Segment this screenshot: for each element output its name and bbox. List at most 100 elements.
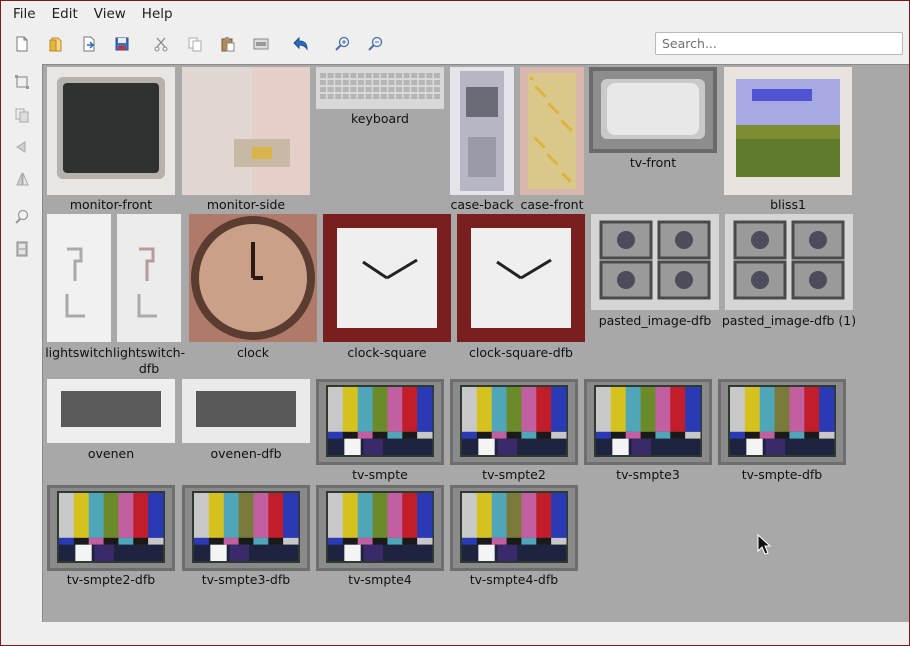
open-button[interactable]: [45, 33, 67, 55]
asset-thumbnail: [589, 67, 717, 153]
asset-tv-smpte3[interactable]: tv-smpte3: [584, 379, 712, 483]
asset-tv-smpte4[interactable]: tv-smpte4: [316, 485, 444, 588]
asset-label: tv-front: [629, 155, 677, 170]
asset-tv-smpte-dfb[interactable]: tv-smpte-dfb: [718, 379, 846, 483]
asset-label: ovenen: [87, 446, 135, 461]
asset-label: tv-smpte4: [348, 572, 412, 587]
asset-thumbnail: [725, 214, 853, 310]
asset-monitor-side[interactable]: monitor-side: [182, 67, 310, 213]
asset-thumbnail: [316, 485, 444, 571]
menu-file[interactable]: File: [5, 4, 44, 24]
asset-label: monitor-side: [206, 197, 286, 212]
zoom-in-button[interactable]: [331, 33, 353, 55]
asset-thumbnail: [47, 67, 175, 195]
import-button[interactable]: [78, 33, 100, 55]
asset-thumbnail: [182, 379, 310, 443]
asset-label: keyboard: [351, 111, 409, 126]
asset-label: tv-smpte2-dfb: [66, 572, 156, 587]
asset-label: pasted_image-dfb (1): [721, 313, 857, 328]
asset-thumbnail: [47, 485, 175, 571]
magnifier-icon: [15, 209, 29, 224]
asset-label: tv-smpte-dfb: [741, 467, 823, 482]
asset-tv-smpte[interactable]: tv-smpte: [316, 379, 444, 483]
asset-label: tv-smpte: [352, 467, 408, 482]
asset-pasted-image-dfb[interactable]: pasted_image-dfb: [591, 214, 719, 329]
asset-clock[interactable]: clock: [189, 214, 317, 361]
new-file-button[interactable]: [11, 33, 33, 55]
asset-thumbnail: [189, 214, 317, 342]
new-file-icon: [16, 36, 28, 52]
layers-button[interactable]: [11, 104, 33, 126]
undo-icon: [293, 36, 308, 51]
asset-pasted-image-dfb-1[interactable]: pasted_image-dfb (1): [722, 214, 856, 329]
select-rect-button[interactable]: [11, 71, 33, 93]
flip-vertical-button[interactable]: [11, 168, 33, 190]
flip-vertical-icon: [16, 172, 29, 186]
asset-clock-square[interactable]: clock-square: [323, 214, 451, 361]
zoom-in-icon: [335, 36, 350, 51]
asset-thumbnail: [450, 67, 514, 195]
menu-edit[interactable]: Edit: [44, 4, 86, 24]
asset-tv-smpte3-dfb[interactable]: tv-smpte3-dfb: [182, 485, 310, 588]
film-icon: [16, 241, 28, 257]
asset-label: case-front: [520, 197, 584, 212]
flip-horizontal-button[interactable]: [11, 136, 33, 158]
paste-button[interactable]: [217, 33, 239, 55]
search-input[interactable]: [655, 32, 903, 55]
asset-thumbnail: [117, 214, 181, 342]
asset-label: tv-smpte4-dfb: [469, 572, 559, 587]
asset-case-back[interactable]: case-back: [450, 67, 514, 213]
open-folder-icon: [49, 37, 62, 52]
menu-view[interactable]: View: [86, 4, 134, 24]
save-button[interactable]: [111, 33, 133, 55]
asset-tv-smpte2[interactable]: tv-smpte2: [450, 379, 578, 483]
copy-icon: [188, 37, 202, 52]
asset-label: monitor-front: [69, 197, 153, 212]
asset-label: pasted_image-dfb: [598, 313, 712, 328]
asset-label: clock-square: [347, 345, 427, 360]
asset-label: bliss1: [770, 197, 806, 212]
asset-label: ovenen-dfb: [210, 446, 282, 461]
asset-grid[interactable]: monitor-front monitor-side keyboard case-ba…: [42, 64, 909, 622]
asset-label: tv-smpte3-dfb: [201, 572, 291, 587]
asset-thumbnail: [47, 214, 111, 342]
asset-lightswitch[interactable]: lightswitch: [45, 214, 113, 361]
save-icon: [115, 37, 129, 51]
zoom-out-icon: [368, 36, 383, 51]
asset-tv-front[interactable]: tv-front: [589, 67, 717, 171]
asset-tv-smpte4-dfb[interactable]: tv-smpte4-dfb: [450, 485, 578, 588]
asset-keyboard[interactable]: keyboard: [316, 67, 444, 127]
image-icon: [253, 38, 269, 50]
flip-horizontal-icon: [16, 141, 26, 153]
asset-thumbnail: [718, 379, 846, 465]
cut-button[interactable]: [150, 33, 172, 55]
magnifier-button[interactable]: [11, 206, 33, 228]
asset-clock-square-dfb[interactable]: clock-square-dfb: [457, 214, 585, 361]
image-button[interactable]: [250, 33, 272, 55]
asset-ovenen-dfb[interactable]: ovenen-dfb: [182, 379, 310, 462]
asset-monitor-front[interactable]: monitor-front: [47, 67, 175, 213]
asset-bliss1[interactable]: bliss1: [724, 67, 852, 213]
undo-button[interactable]: [289, 33, 311, 55]
status-bar: [1, 623, 909, 645]
asset-case-front[interactable]: case-front: [520, 67, 584, 213]
asset-ovenen[interactable]: ovenen: [47, 379, 175, 462]
film-button[interactable]: [11, 238, 33, 260]
asset-thumbnail: [584, 379, 712, 465]
cut-icon: [154, 37, 168, 52]
asset-tv-smpte2-dfb[interactable]: tv-smpte2-dfb: [47, 485, 175, 588]
asset-label: tv-smpte3: [616, 467, 680, 482]
asset-label: clock: [236, 345, 270, 360]
asset-thumbnail: [182, 67, 310, 195]
asset-thumbnail: [457, 214, 585, 342]
import-icon: [83, 36, 95, 52]
zoom-out-button[interactable]: [364, 33, 386, 55]
mouse-cursor-icon: [757, 534, 771, 555]
menu-help[interactable]: Help: [134, 4, 181, 24]
asset-lightswitch-dfb[interactable]: lightswitch-dfb: [113, 214, 185, 376]
asset-thumbnail: [316, 379, 444, 465]
asset-thumbnail: [591, 214, 719, 310]
copy-button[interactable]: [184, 33, 206, 55]
asset-label: tv-smpte2: [482, 467, 546, 482]
asset-thumbnail: [450, 485, 578, 571]
